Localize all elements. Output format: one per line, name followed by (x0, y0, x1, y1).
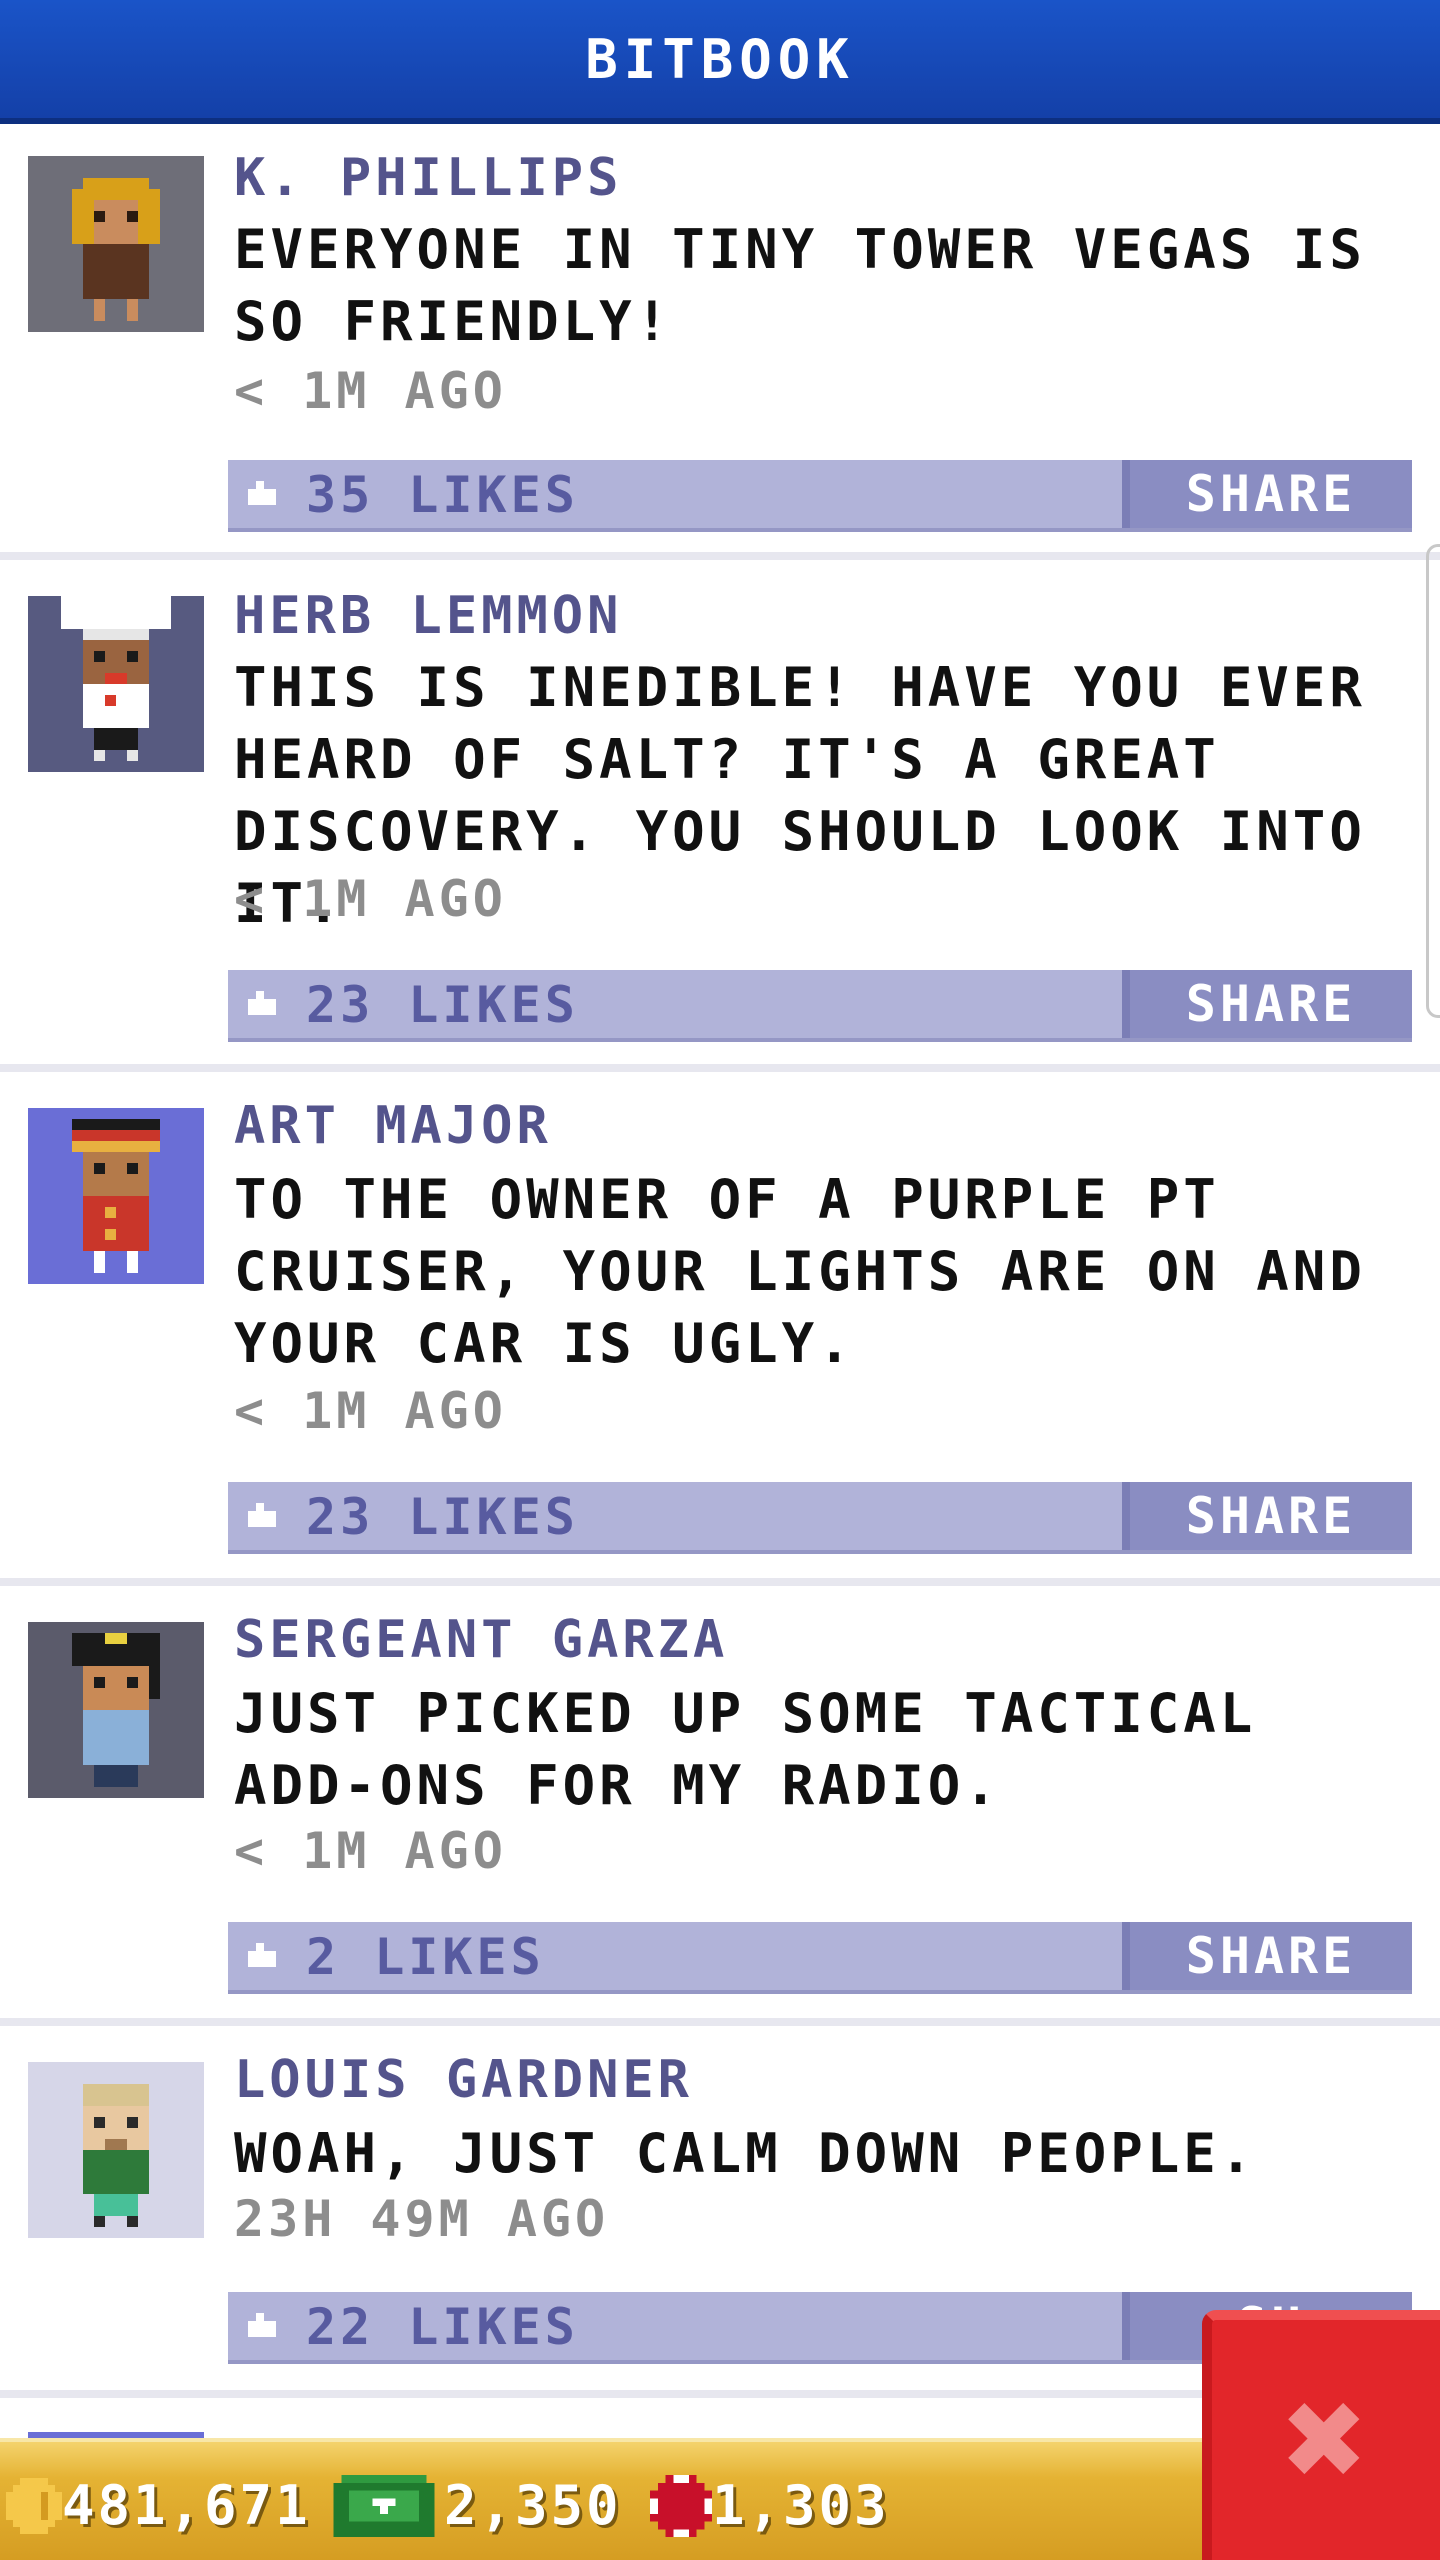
post: SERGEANT GARZA JUST PICKED UP SOME TACTI… (0, 1586, 1440, 2026)
likes-count: 2 LIKES (306, 1928, 545, 1986)
post-time: < 1M AGO (234, 1382, 507, 1440)
close-button[interactable]: ✖ (1202, 2310, 1440, 2560)
avatar (28, 1108, 204, 1284)
like-bar[interactable]: 2 LIKES SHARE (228, 1922, 1412, 1994)
post-time: < 1M AGO (234, 362, 507, 420)
post-time: < 1M AGO (234, 870, 507, 928)
like-icon (248, 1943, 276, 1967)
chips-display: 1,303 (650, 2474, 890, 2537)
share-button[interactable]: SHARE (1122, 1482, 1412, 1550)
like-bar[interactable]: 35 LIKES SHARE (228, 460, 1412, 532)
bux-icon (333, 2474, 435, 2537)
post: K. PHILLIPS EVERYONE IN TINY TOWER VEGAS… (0, 124, 1440, 560)
coin-icon (6, 2477, 62, 2534)
bux-display: 2,350 (332, 2474, 622, 2537)
like-icon (248, 481, 276, 505)
likes-count: 35 LIKES (306, 466, 579, 524)
avatar (28, 596, 204, 772)
avatar (28, 2062, 204, 2238)
post-time: 23H 49M AGO (234, 2190, 610, 2248)
post-author[interactable]: ART MAJOR (234, 1096, 552, 1156)
post-message: JUST PICKED UP SOME TACTICAL ADD-ONS FOR… (234, 1682, 1257, 1817)
chip-icon (650, 2474, 712, 2537)
header-title: BITBOOK (585, 27, 855, 91)
likes-count: 23 LIKES (306, 1488, 579, 1546)
app-header: BITBOOK (0, 0, 1440, 124)
avatar (28, 156, 204, 332)
post-message: WOAH, JUST CALM DOWN PEOPLE. (234, 2122, 1257, 2185)
post: HERB LEMMON THIS IS INEDIBLE! HAVE YOU E… (0, 560, 1440, 1072)
post-message: TO THE OWNER OF A PURPLE PT CRUISER, YOU… (234, 1168, 1366, 1375)
post-time: < 1M AGO (234, 1822, 507, 1880)
bux-value: 2,350 (444, 2474, 622, 2537)
scrollbar[interactable] (1426, 544, 1440, 1018)
post-author[interactable]: K. PHILLIPS (234, 148, 622, 208)
like-icon (248, 2313, 276, 2337)
share-button[interactable]: SHARE (1122, 460, 1412, 528)
post-message: EVERYONE IN TINY TOWER VEGAS IS SO FRIEN… (234, 218, 1366, 353)
coins-value: 481,671 (62, 2474, 311, 2537)
like-bar[interactable]: 23 LIKES SHARE (228, 1482, 1412, 1554)
post-author[interactable]: HERB LEMMON (234, 586, 622, 646)
likes-count: 22 LIKES (306, 2298, 579, 2356)
share-button[interactable]: SHARE (1122, 970, 1412, 1038)
like-icon (248, 991, 276, 1015)
like-bar[interactable]: 23 LIKES SHARE (228, 970, 1412, 1042)
share-button[interactable]: SHARE (1122, 1922, 1412, 1990)
chips-value: 1,303 (712, 2474, 890, 2537)
post-author[interactable]: SERGEANT GARZA (234, 1610, 728, 1670)
post: ART MAJOR TO THE OWNER OF A PURPLE PT CR… (0, 1072, 1440, 1586)
avatar (28, 1622, 204, 1798)
close-icon: ✖ (1283, 2358, 1369, 2521)
like-icon (248, 1503, 276, 1527)
coins-display: 481,671 (6, 2474, 311, 2537)
post-author[interactable]: LOUIS GARDNER (234, 2050, 693, 2110)
likes-count: 23 LIKES (306, 976, 579, 1034)
feed[interactable]: K. PHILLIPS EVERYONE IN TINY TOWER VEGAS… (0, 124, 1440, 2444)
